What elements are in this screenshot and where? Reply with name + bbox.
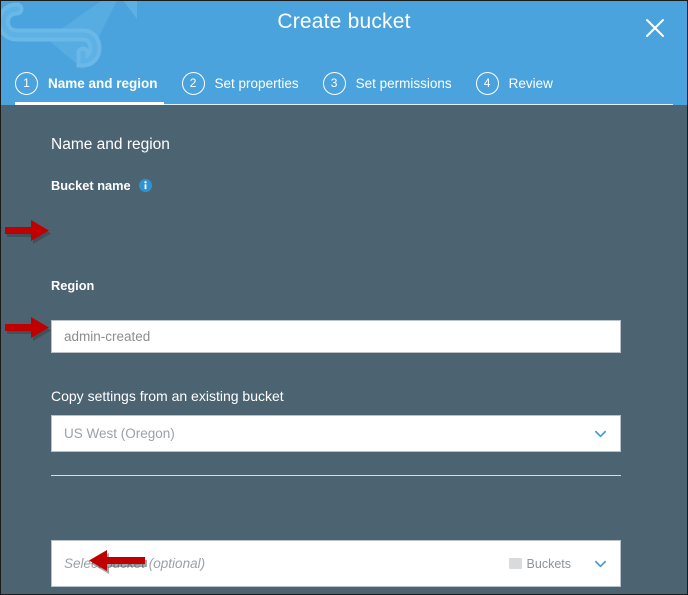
redacted-count-icon bbox=[508, 558, 522, 569]
bucket-count-label: Buckets bbox=[526, 556, 571, 571]
tab-name-and-region[interactable]: 1 Name and region bbox=[15, 63, 164, 105]
step-number-4: 4 bbox=[475, 71, 499, 95]
step-number-3: 3 bbox=[322, 71, 346, 95]
bucket-name-label-row: Bucket name bbox=[51, 178, 152, 193]
tab-set-permissions[interactable]: 3 Set permissions bbox=[322, 63, 452, 105]
step-label-3: Set permissions bbox=[355, 75, 452, 91]
tab-set-properties[interactable]: 2 Set properties bbox=[181, 63, 299, 105]
copy-settings-label: Copy settings from an existing bucket bbox=[51, 388, 284, 404]
section-title: Name and region bbox=[51, 136, 170, 153]
bucket-name-input[interactable]: admin-created bbox=[51, 320, 621, 353]
step-label-4: Review bbox=[508, 75, 553, 91]
chevron-down-icon bbox=[593, 426, 608, 441]
info-icon[interactable] bbox=[138, 179, 152, 192]
dialog-body: Name and region Bucket name admin-create… bbox=[1, 105, 687, 594]
step-label-2: Set properties bbox=[214, 75, 299, 91]
bucket-name-value: admin-created bbox=[64, 329, 151, 344]
step-number-1: 1 bbox=[15, 71, 38, 95]
bucket-name-label: Bucket name bbox=[51, 178, 131, 193]
close-icon bbox=[646, 19, 664, 37]
close-button[interactable] bbox=[640, 13, 670, 43]
step-label-1: Name and region bbox=[48, 75, 158, 91]
step-tabs: 1 Name and region 2 Set properties 3 Set… bbox=[1, 63, 687, 105]
copy-settings-placeholder: Select bucket (optional) bbox=[64, 556, 206, 571]
step-number-2: 2 bbox=[181, 71, 205, 95]
copy-settings-select[interactable]: Select bucket (optional) Buckets bbox=[51, 540, 621, 587]
region-value: US West (Oregon) bbox=[64, 426, 175, 441]
dialog-header: Create bucket 1 Name and region 2 Set pr… bbox=[1, 1, 687, 105]
chevron-down-icon bbox=[593, 556, 608, 571]
region-label: Region bbox=[51, 278, 95, 293]
copy-settings-divider bbox=[51, 475, 621, 476]
region-select[interactable]: US West (Oregon) bbox=[51, 415, 621, 452]
create-bucket-dialog: Create bucket 1 Name and region 2 Set pr… bbox=[0, 0, 688, 595]
tab-review[interactable]: 4 Review bbox=[475, 63, 553, 105]
page-title: Create bucket bbox=[277, 10, 411, 33]
bucket-count: Buckets bbox=[508, 556, 571, 571]
